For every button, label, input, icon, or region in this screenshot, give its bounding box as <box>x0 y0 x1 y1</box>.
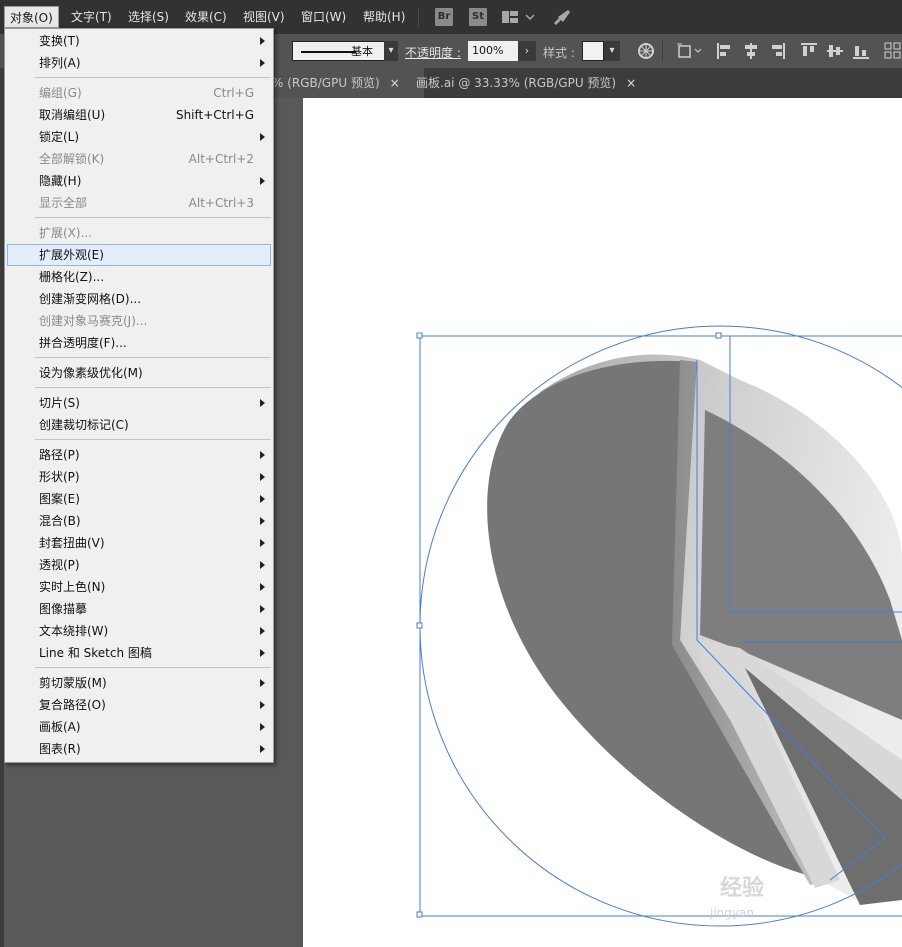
menu-item-artboards[interactable]: 画板(A) <box>7 716 271 738</box>
more-options-icon[interactable] <box>884 42 902 60</box>
menu-separator <box>35 357 271 358</box>
submenu-arrow-icon <box>260 177 265 185</box>
menu-help[interactable]: 帮助(H) <box>358 6 410 28</box>
align-bottom-icon[interactable] <box>852 42 870 60</box>
pie-chart-artwork[interactable] <box>303 98 902 947</box>
submenu-arrow-icon <box>260 627 265 635</box>
menu-item-lock[interactable]: 锁定(L) <box>7 126 271 148</box>
menu-item-pixel-perfect[interactable]: 设为像素级优化(M) <box>7 362 271 384</box>
tab-document-1[interactable]: % (RGB/GPU 预览) × <box>262 68 424 98</box>
stroke-dropdown-chevron-icon[interactable]: ▾ <box>384 41 398 61</box>
menu-item-text-wrap[interactable]: 文本绕排(W) <box>7 620 271 642</box>
menu-type[interactable]: 文字(T) <box>66 6 117 28</box>
menu-separator <box>35 387 271 388</box>
submenu-arrow-icon <box>260 745 265 753</box>
menu-item-flatten-transparency[interactable]: 拼合透明度(F)... <box>7 332 271 354</box>
menu-item-clipping-mask[interactable]: 剪切蒙版(M) <box>7 672 271 694</box>
submenu-arrow-icon <box>260 561 265 569</box>
menu-separator <box>35 77 271 78</box>
menu-item-expand[interactable]: 扩展(X)... <box>7 222 271 244</box>
stroke-style-label: 基本 <box>351 45 373 58</box>
menu-item-pattern[interactable]: 图案(E) <box>7 488 271 510</box>
close-icon[interactable]: × <box>626 68 636 98</box>
submenu-arrow-icon <box>260 605 265 613</box>
align-left-icon[interactable] <box>716 42 734 60</box>
menu-item-expand-appearance[interactable]: 扩展外观(E) <box>7 244 271 266</box>
menu-item-rasterize[interactable]: 栅格化(Z)... <box>7 266 271 288</box>
menu-item-blend[interactable]: 混合(B) <box>7 510 271 532</box>
opacity-label[interactable]: 不透明度 : <box>405 44 461 61</box>
menu-view[interactable]: 视图(V) <box>238 6 290 28</box>
submenu-arrow-icon <box>260 495 265 503</box>
menu-separator <box>35 667 271 668</box>
tab-document-1-label: % (RGB/GPU 预览) <box>272 76 380 90</box>
submenu-arrow-icon <box>260 723 265 731</box>
control-separator <box>662 40 663 62</box>
menu-item-path[interactable]: 路径(P) <box>7 444 271 466</box>
submenu-arrow-icon <box>260 37 265 45</box>
align-right-icon[interactable] <box>768 42 786 60</box>
submenu-arrow-icon <box>260 649 265 657</box>
align-center-icon[interactable] <box>742 42 760 60</box>
bridge-icon[interactable]: Br <box>435 8 453 26</box>
menu-item-graph[interactable]: 图表(R) <box>7 738 271 760</box>
menu-item-compound-path[interactable]: 复合路径(O) <box>7 694 271 716</box>
menu-item-create-gradient-mesh[interactable]: 创建渐变网格(D)... <box>7 288 271 310</box>
menu-object[interactable]: 对象(O) <box>4 6 59 28</box>
stock-icon[interactable]: St <box>469 8 487 26</box>
opacity-arrow-icon[interactable]: › <box>518 41 536 61</box>
workspace-layout-icon[interactable] <box>502 9 538 28</box>
submenu-arrow-icon <box>260 59 265 67</box>
submenu-arrow-icon <box>260 679 265 687</box>
menu-item-shape[interactable]: 形状(P) <box>7 466 271 488</box>
menu-separator <box>35 217 271 218</box>
style-label: 样式 : <box>543 46 575 60</box>
menu-item-group[interactable]: 编组(G) Ctrl+G <box>7 82 271 104</box>
submenu-arrow-icon <box>260 399 265 407</box>
submenu-arrow-icon <box>260 517 265 525</box>
recolor-artwork-icon[interactable] <box>637 42 655 60</box>
transform-icon[interactable] <box>676 42 704 60</box>
style-dropdown-chevron-icon[interactable]: ▾ <box>604 41 620 61</box>
menu-item-line-sketch-art[interactable]: Line 和 Sketch 图稿 <box>7 642 271 664</box>
menu-effect[interactable]: 效果(C) <box>180 6 232 28</box>
close-icon[interactable]: × <box>390 68 400 98</box>
menu-separator <box>35 439 271 440</box>
menu-window[interactable]: 窗口(W) <box>296 6 351 28</box>
tab-document-2[interactable]: 画板.ai @ 33.33% (RGB/GPU 预览) × <box>406 68 646 98</box>
menu-item-show-all[interactable]: 显示全部 Alt+Ctrl+3 <box>7 192 271 214</box>
watermark-logo: 经验 <box>720 876 765 901</box>
align-vertical-center-icon[interactable] <box>826 42 844 60</box>
opacity-input[interactable]: 100% <box>468 41 518 61</box>
menu-item-envelope-distort[interactable]: 封套扭曲(V) <box>7 532 271 554</box>
menu-item-unlock-all[interactable]: 全部解锁(K) Alt+Ctrl+2 <box>7 148 271 170</box>
menu-item-slice[interactable]: 切片(S) <box>7 392 271 414</box>
menu-item-create-trim-marks[interactable]: 创建裁切标记(C) <box>7 414 271 436</box>
object-menu-dropdown: 变换(T) 排列(A) 编组(G) Ctrl+G 取消编组(U) Shift+Ctr… <box>4 28 274 763</box>
style-swatch[interactable] <box>582 41 604 61</box>
menu-item-live-paint[interactable]: 实时上色(N) <box>7 576 271 598</box>
align-top-icon[interactable] <box>800 42 818 60</box>
menu-item-create-object-mosaic[interactable]: 创建对象马赛克(J)... <box>7 310 271 332</box>
submenu-arrow-icon <box>260 539 265 547</box>
submenu-arrow-icon <box>260 701 265 709</box>
menu-item-ungroup[interactable]: 取消编组(U) Shift+Ctrl+G <box>7 104 271 126</box>
submenu-arrow-icon <box>260 583 265 591</box>
menu-item-arrange[interactable]: 排列(A) <box>7 52 271 74</box>
submenu-arrow-icon <box>260 473 265 481</box>
stroke-preview <box>301 51 356 53</box>
submenu-arrow-icon <box>260 451 265 459</box>
publish-rocket-icon[interactable] <box>552 7 572 30</box>
stroke-style-field[interactable]: 基本 <box>292 41 396 61</box>
menu-select[interactable]: 选择(S) <box>123 6 174 28</box>
menu-item-perspective[interactable]: 透视(P) <box>7 554 271 576</box>
menu-item-image-trace[interactable]: 图像描摹 <box>7 598 271 620</box>
menu-item-transform[interactable]: 变换(T) <box>7 30 271 52</box>
menu-separator <box>418 8 419 26</box>
submenu-arrow-icon <box>260 133 265 141</box>
artboard[interactable] <box>303 98 902 947</box>
tab-document-2-label: 画板.ai @ 33.33% (RGB/GPU 预览) <box>416 76 617 90</box>
watermark-subtext: jingyan <box>710 906 754 920</box>
menu-item-hide[interactable]: 隐藏(H) <box>7 170 271 192</box>
